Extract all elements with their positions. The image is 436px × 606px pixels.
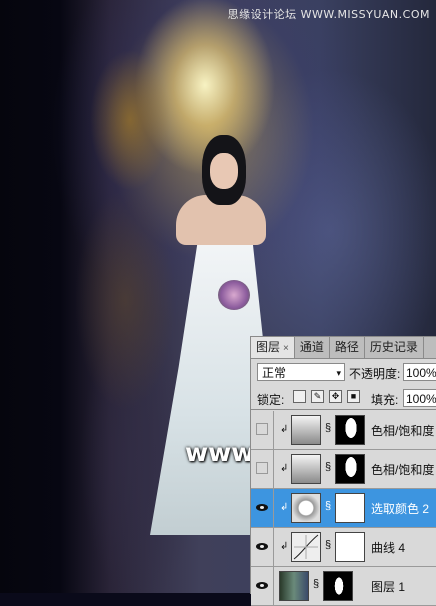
- clipping-arrow-icon: ↲: [280, 502, 289, 513]
- tab-label: 历史记录: [369, 340, 418, 354]
- layer-name: 色相/饱和度: [371, 463, 435, 477]
- layer-list: ↲ § 色相/饱和度 ↲ § 色相/饱和度 ↲ § 选取颜色 2 ↲ § 曲线 …: [251, 411, 436, 606]
- clipping-arrow-icon: ↲: [280, 541, 289, 552]
- opacity-label: 不透明度:: [349, 367, 401, 381]
- visibility-off-icon: [256, 423, 268, 435]
- tab-label: 图层: [256, 340, 281, 354]
- layer-row[interactable]: ↲ § 色相/饱和度: [251, 450, 436, 489]
- lock-brush-icon[interactable]: ✎: [311, 390, 324, 403]
- visibility-toggle[interactable]: [251, 528, 274, 566]
- layer-mask-thumb[interactable]: [335, 454, 365, 484]
- link-icon: §: [313, 578, 320, 590]
- close-icon[interactable]: ×: [283, 343, 289, 354]
- layer-name: 曲线 4: [371, 541, 406, 555]
- clipping-arrow-icon: ↲: [280, 424, 289, 435]
- layer-mask-thumb[interactable]: [323, 571, 353, 601]
- link-icon: §: [325, 461, 332, 473]
- lock-row: 锁定: ✎ ✥ ■ 填充: 100%: [251, 387, 436, 410]
- clipping-arrow-icon: ↲: [280, 463, 289, 474]
- selective-color-icon[interactable]: [291, 493, 321, 523]
- lock-all-icon[interactable]: ■: [347, 390, 360, 403]
- lock-icons: ✎ ✥ ■: [293, 390, 360, 403]
- tab-label: 路径: [334, 340, 359, 354]
- tab-history[interactable]: 历史记录: [365, 337, 424, 358]
- layer-name: 选取颜色 2: [371, 502, 430, 516]
- lock-label: 锁定:: [257, 393, 285, 407]
- tab-paths[interactable]: 路径: [330, 337, 365, 358]
- layer-name: 图层 1: [371, 580, 406, 594]
- layers-panel: 图层 × 通道 路径 历史记录 正常 ▾ 不透明度: 100% 锁定: ✎ ✥ ■…: [250, 336, 436, 606]
- link-icon: §: [325, 422, 332, 434]
- eye-icon: [256, 582, 268, 589]
- panel-tabs: 图层 × 通道 路径 历史记录: [251, 337, 436, 359]
- tab-channels[interactable]: 通道: [295, 337, 330, 358]
- hue-saturation-icon[interactable]: [291, 415, 321, 445]
- layer-mask-thumb[interactable]: [335, 532, 365, 562]
- layer-row[interactable]: ↲ § 曲线 4: [251, 528, 436, 567]
- visibility-toggle[interactable]: [251, 411, 274, 449]
- tab-layers[interactable]: 图层 ×: [251, 337, 295, 358]
- visibility-toggle[interactable]: [251, 567, 274, 605]
- tab-label: 通道: [299, 340, 324, 354]
- eye-icon: [256, 504, 268, 511]
- eye-icon: [256, 543, 268, 550]
- visibility-toggle[interactable]: [251, 450, 274, 488]
- bouquet: [218, 280, 250, 310]
- lock-move-icon[interactable]: ✥: [329, 390, 342, 403]
- chevron-down-icon: ▾: [336, 368, 341, 378]
- opacity-input[interactable]: 100%: [403, 363, 436, 381]
- curves-icon[interactable]: [291, 532, 321, 562]
- blend-mode-select[interactable]: 正常 ▾: [257, 363, 345, 381]
- hue-saturation-icon[interactable]: [291, 454, 321, 484]
- face: [210, 153, 238, 189]
- visibility-off-icon: [256, 462, 268, 474]
- layer-row[interactable]: ↲ § 色相/饱和度: [251, 411, 436, 450]
- layer-row[interactable]: § 图层 1: [251, 567, 436, 606]
- photo-thumb[interactable]: [279, 571, 309, 601]
- layer-row[interactable]: ↲ § 选取颜色 2: [251, 489, 436, 528]
- visibility-toggle[interactable]: [251, 489, 274, 527]
- link-icon: §: [325, 500, 332, 512]
- fill-input[interactable]: 100%: [403, 389, 436, 407]
- layer-name: 色相/饱和度: [371, 424, 435, 438]
- lock-transparent-icon[interactable]: [293, 390, 306, 403]
- layer-mask-thumb[interactable]: [335, 493, 365, 523]
- link-icon: §: [325, 539, 332, 551]
- blend-mode-value: 正常: [262, 366, 287, 380]
- blend-row: 正常 ▾ 不透明度: 100%: [251, 361, 436, 383]
- watermark-top: 思缘设计论坛 WWW.MISSYUAN.COM: [227, 8, 430, 21]
- layer-mask-thumb[interactable]: [335, 415, 365, 445]
- fill-label: 填充:: [371, 393, 399, 407]
- curve-graph: [293, 534, 319, 560]
